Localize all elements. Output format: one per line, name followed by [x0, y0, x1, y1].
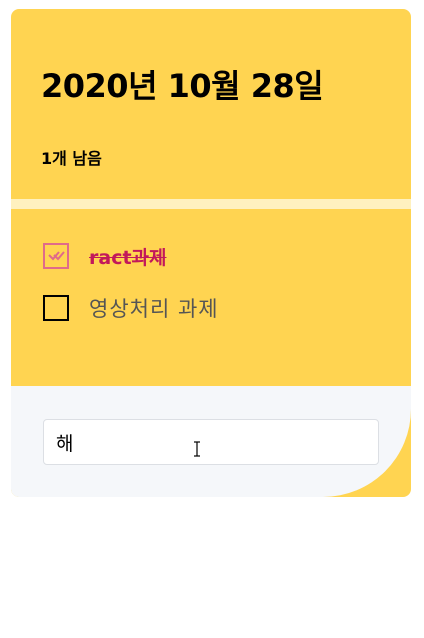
todo-item[interactable]: ract과제: [43, 241, 167, 271]
todo-header: 2020년 10월 28일 1개 남음: [11, 9, 411, 199]
todo-list: ract과제 영상처리 과제: [11, 209, 411, 386]
todo-text: 영상처리 과제: [89, 297, 219, 321]
todo-text: ract과제: [89, 246, 167, 269]
todo-checkbox-checked[interactable]: [43, 243, 69, 269]
remaining-count: 1개 남음: [41, 149, 102, 168]
check-icon: [48, 251, 65, 261]
text-cursor-icon: [194, 441, 200, 457]
todo-input[interactable]: [43, 419, 379, 465]
divider: [11, 199, 411, 209]
todo-card: 2020년 10월 28일 1개 남음 ract과제 영상처리 과제: [11, 9, 411, 497]
todo-checkbox[interactable]: [43, 295, 69, 321]
date-title: 2020년 10월 28일: [41, 67, 324, 105]
input-area: [11, 386, 411, 497]
todo-item[interactable]: 영상처리 과제: [43, 293, 219, 323]
